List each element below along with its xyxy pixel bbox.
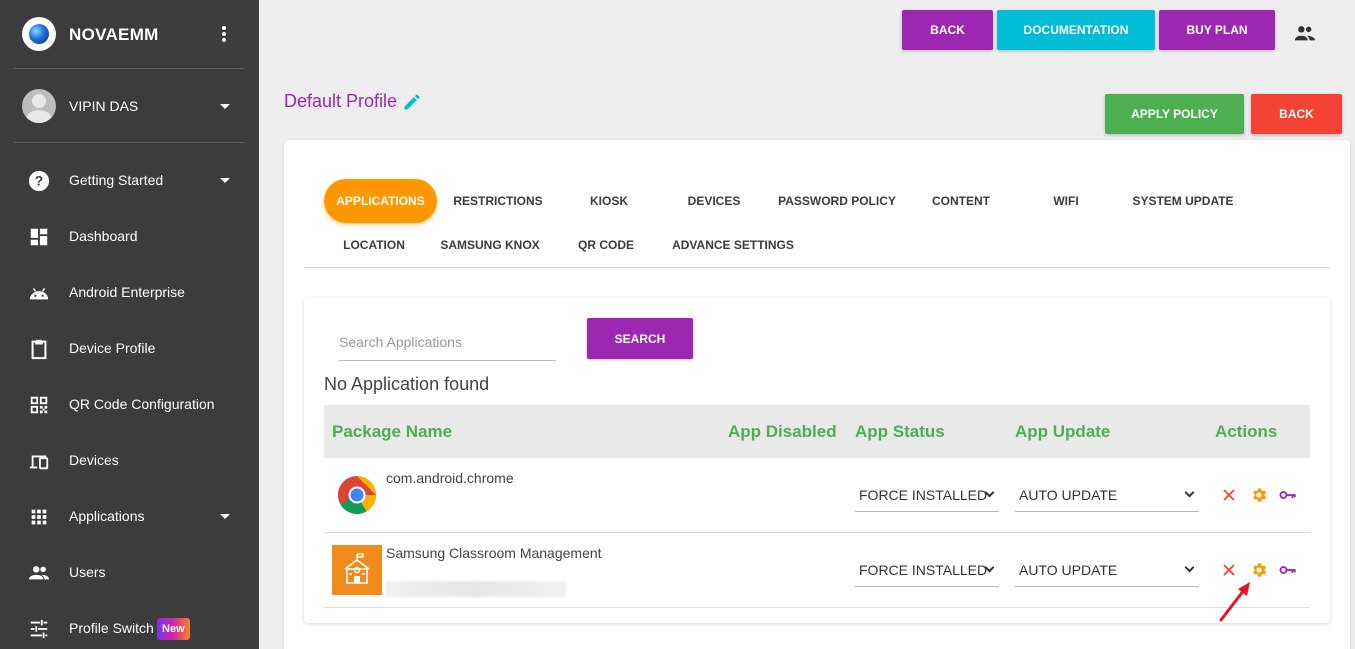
caret-down-icon bbox=[220, 514, 230, 519]
sidebar-item-device-profile[interactable]: Device Profile bbox=[0, 320, 259, 376]
tab-restrictions[interactable]: RESTRICTIONS bbox=[447, 179, 549, 223]
sidebar: NOVAEMM VIPIN DAS ? Getting Started Dash… bbox=[0, 0, 259, 649]
divider bbox=[14, 142, 244, 143]
tab-location[interactable]: LOCATION bbox=[332, 223, 416, 267]
caret-down-icon bbox=[220, 104, 230, 109]
sidebar-item-label: Profile Switch bbox=[69, 620, 154, 636]
tab-samsung-knox[interactable]: SAMSUNG KNOX bbox=[436, 223, 544, 267]
avatar bbox=[22, 89, 56, 123]
app-status-select[interactable]: FORCE INSTALLED bbox=[855, 476, 999, 512]
sidebar-item-label: Users bbox=[69, 564, 106, 580]
apply-policy-button[interactable]: APPLY POLICY bbox=[1105, 94, 1244, 134]
tab-applications[interactable]: APPLICATIONS bbox=[324, 179, 437, 223]
table-row: com.android.chrome FORCE INSTALLED AUTO … bbox=[324, 458, 1310, 533]
tab-content[interactable]: CONTENT bbox=[920, 179, 1002, 223]
sidebar-item-profile-switch[interactable]: Profile Switch New bbox=[0, 600, 259, 649]
sidebar-item-label: Applications bbox=[69, 508, 145, 524]
settings-icon[interactable] bbox=[1250, 561, 1268, 579]
dashboard-icon bbox=[30, 228, 48, 246]
tune-icon bbox=[30, 619, 48, 639]
tab-password-policy[interactable]: PASSWORD POLICY bbox=[774, 179, 900, 223]
search-button[interactable]: SEARCH bbox=[587, 318, 693, 359]
help-icon: ? bbox=[28, 170, 50, 192]
divider bbox=[14, 68, 244, 69]
sidebar-item-label: Dashboard bbox=[69, 228, 138, 244]
classroom-app-icon bbox=[332, 545, 382, 595]
chevron-down-icon bbox=[1184, 562, 1195, 573]
column-header: Actions bbox=[1215, 422, 1278, 441]
users-icon bbox=[28, 566, 50, 580]
chevron-down-icon bbox=[1184, 487, 1195, 498]
brand: NOVAEMM bbox=[0, 0, 259, 69]
sidebar-item-applications[interactable]: Applications bbox=[0, 488, 259, 544]
sidebar-item-label: Android Enterprise bbox=[69, 284, 185, 300]
svg-text:?: ? bbox=[35, 174, 43, 189]
new-badge: New bbox=[157, 618, 190, 640]
package-name: Samsung Classroom Management bbox=[386, 545, 602, 561]
sidebar-item-label: QR Code Configuration bbox=[69, 396, 215, 412]
app-update-value: AUTO UPDATE bbox=[1019, 562, 1118, 578]
empty-message: No Application found bbox=[324, 374, 490, 394]
package-name: com.android.chrome bbox=[386, 470, 514, 486]
more-options-icon[interactable] bbox=[216, 24, 232, 46]
key-icon[interactable] bbox=[1279, 561, 1297, 579]
back-button[interactable]: BACK bbox=[902, 10, 993, 50]
brand-logo bbox=[22, 17, 56, 51]
chrome-icon bbox=[337, 476, 377, 515]
remove-icon[interactable] bbox=[1220, 486, 1238, 504]
tab-kiosk[interactable]: KIOSK bbox=[569, 179, 649, 223]
user-name: VIPIN DAS bbox=[69, 98, 139, 114]
app-update-select[interactable]: AUTO UPDATE bbox=[1015, 476, 1199, 512]
profile-back-button[interactable]: BACK bbox=[1251, 94, 1342, 134]
remove-icon[interactable] bbox=[1220, 561, 1238, 579]
search-input[interactable] bbox=[339, 323, 556, 361]
app-update-select[interactable]: AUTO UPDATE bbox=[1015, 551, 1199, 587]
tab-advance-settings[interactable]: ADVANCE SETTINGS bbox=[666, 223, 800, 267]
redacted-package-id bbox=[386, 581, 566, 597]
apps-grid-icon bbox=[31, 509, 47, 525]
buy-plan-button[interactable]: BUY PLAN bbox=[1159, 10, 1275, 50]
edit-icon[interactable] bbox=[402, 92, 422, 112]
documentation-button[interactable]: DOCUMENTATION bbox=[997, 10, 1155, 50]
profile-card: APPLICATIONS RESTRICTIONS KIOSK DEVICES … bbox=[284, 140, 1350, 649]
devices-icon bbox=[29, 455, 49, 470]
people-icon[interactable] bbox=[1294, 24, 1316, 42]
app-update-value: AUTO UPDATE bbox=[1019, 487, 1118, 503]
tab-devices[interactable]: DEVICES bbox=[674, 179, 754, 223]
qr-code-icon bbox=[30, 396, 48, 414]
user-menu[interactable]: VIPIN DAS bbox=[0, 70, 259, 142]
column-header: App Status bbox=[855, 422, 945, 441]
settings-icon[interactable] bbox=[1250, 486, 1268, 504]
sidebar-item-label: Devices bbox=[69, 452, 119, 468]
app-status-value: FORCE INSTALLED bbox=[859, 562, 988, 578]
clipboard-icon bbox=[31, 339, 47, 360]
sidebar-item-devices[interactable]: Devices bbox=[0, 432, 259, 488]
sidebar-item-users[interactable]: Users bbox=[0, 544, 259, 600]
sidebar-item-getting-started[interactable]: ? Getting Started bbox=[0, 152, 259, 208]
caret-down-icon bbox=[220, 178, 230, 183]
column-header: App Update bbox=[1015, 422, 1111, 441]
tab-wifi[interactable]: WIFI bbox=[1026, 179, 1106, 223]
column-header: App Disabled bbox=[728, 422, 837, 441]
brand-name: NOVAEMM bbox=[69, 25, 159, 44]
sidebar-item-label: Device Profile bbox=[69, 340, 156, 356]
app-status-value: FORCE INSTALLED bbox=[859, 487, 988, 503]
sidebar-item-dashboard[interactable]: Dashboard bbox=[0, 208, 259, 264]
sidebar-item-android-enterprise[interactable]: Android Enterprise bbox=[0, 264, 259, 320]
applications-panel: SEARCH No Application found Package Name… bbox=[304, 298, 1330, 623]
column-header: Package Name bbox=[332, 422, 453, 441]
tab-qr-code[interactable]: QR CODE bbox=[566, 223, 646, 267]
tab-system-update[interactable]: SYSTEM UPDATE bbox=[1126, 179, 1240, 223]
android-icon bbox=[29, 288, 49, 300]
annotation-arrow-icon bbox=[1219, 582, 1250, 622]
table-header: Package Name App Disabled App Status App… bbox=[324, 405, 1310, 458]
sidebar-item-label: Getting Started bbox=[69, 172, 164, 188]
key-icon[interactable] bbox=[1279, 486, 1297, 504]
app-status-select[interactable]: FORCE INSTALLED bbox=[855, 551, 999, 587]
page-title: Default Profile bbox=[284, 91, 398, 111]
table-row: Samsung Classroom Management FORCE INSTA… bbox=[324, 533, 1310, 608]
sidebar-item-qr-code-configuration[interactable]: QR Code Configuration bbox=[0, 376, 259, 432]
tabs-divider bbox=[304, 267, 1330, 268]
